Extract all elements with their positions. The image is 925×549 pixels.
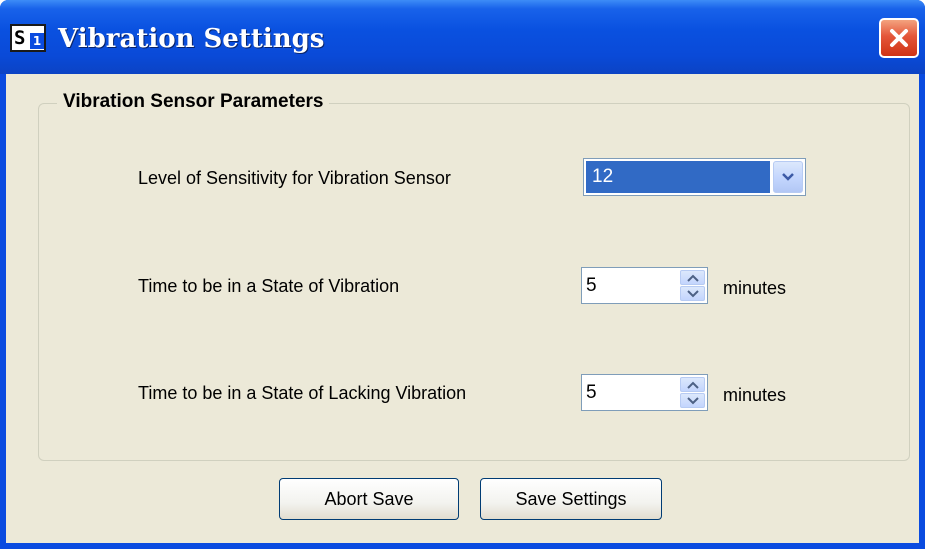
vibration-time-label: Time to be in a State of Vibration bbox=[138, 276, 400, 296]
chevron-up-icon bbox=[687, 274, 699, 282]
lacking-vibration-time-unit: minutes bbox=[723, 385, 787, 405]
decrement-button[interactable] bbox=[680, 393, 705, 408]
chevron-down-icon bbox=[782, 173, 794, 181]
dialog-body: Vibration Sensor Parameters Level of Sen… bbox=[6, 74, 919, 543]
spinner-buttons bbox=[680, 377, 705, 408]
lacking-vibration-time-value[interactable]: 5 bbox=[586, 375, 597, 410]
close-button[interactable] bbox=[879, 18, 919, 58]
chevron-up-icon bbox=[687, 381, 699, 389]
sensitivity-label: Level of Sensitivity for Vibration Senso… bbox=[138, 168, 451, 188]
dropdown-button[interactable] bbox=[773, 161, 803, 193]
vibration-sensor-parameters-group: Vibration Sensor Parameters Level of Sen… bbox=[38, 89, 910, 461]
app-icon-letter: S bbox=[14, 27, 26, 49]
chevron-down-icon bbox=[687, 397, 699, 405]
increment-button[interactable] bbox=[680, 377, 705, 392]
app-icon-number: 1 bbox=[30, 33, 44, 49]
title-bar[interactable]: S 1 Vibration Settings bbox=[0, 0, 925, 74]
sensitivity-dropdown[interactable]: 12 bbox=[583, 158, 806, 196]
sensitivity-value: 12 bbox=[586, 161, 770, 193]
save-settings-button[interactable]: Save Settings bbox=[480, 478, 662, 520]
vibration-settings-window: S 1 Vibration Settings Vibration Sensor … bbox=[0, 0, 925, 549]
increment-button[interactable] bbox=[680, 270, 705, 285]
window-title: Vibration Settings bbox=[58, 24, 325, 54]
lacking-vibration-time-label: Time to be in a State of Lacking Vibrati… bbox=[138, 383, 467, 403]
app-icon: S 1 bbox=[10, 24, 46, 52]
abort-save-button[interactable]: Abort Save bbox=[279, 478, 459, 520]
spinner-buttons bbox=[680, 270, 705, 301]
vibration-time-unit: minutes bbox=[723, 278, 787, 298]
close-icon bbox=[890, 29, 908, 47]
vibration-time-value[interactable]: 5 bbox=[586, 268, 597, 303]
lacking-vibration-time-spinner[interactable]: 5 bbox=[581, 374, 708, 411]
group-title: Vibration Sensor Parameters bbox=[57, 89, 330, 115]
chevron-down-icon bbox=[687, 290, 699, 298]
decrement-button[interactable] bbox=[680, 286, 705, 301]
vibration-time-spinner[interactable]: 5 bbox=[581, 267, 708, 304]
